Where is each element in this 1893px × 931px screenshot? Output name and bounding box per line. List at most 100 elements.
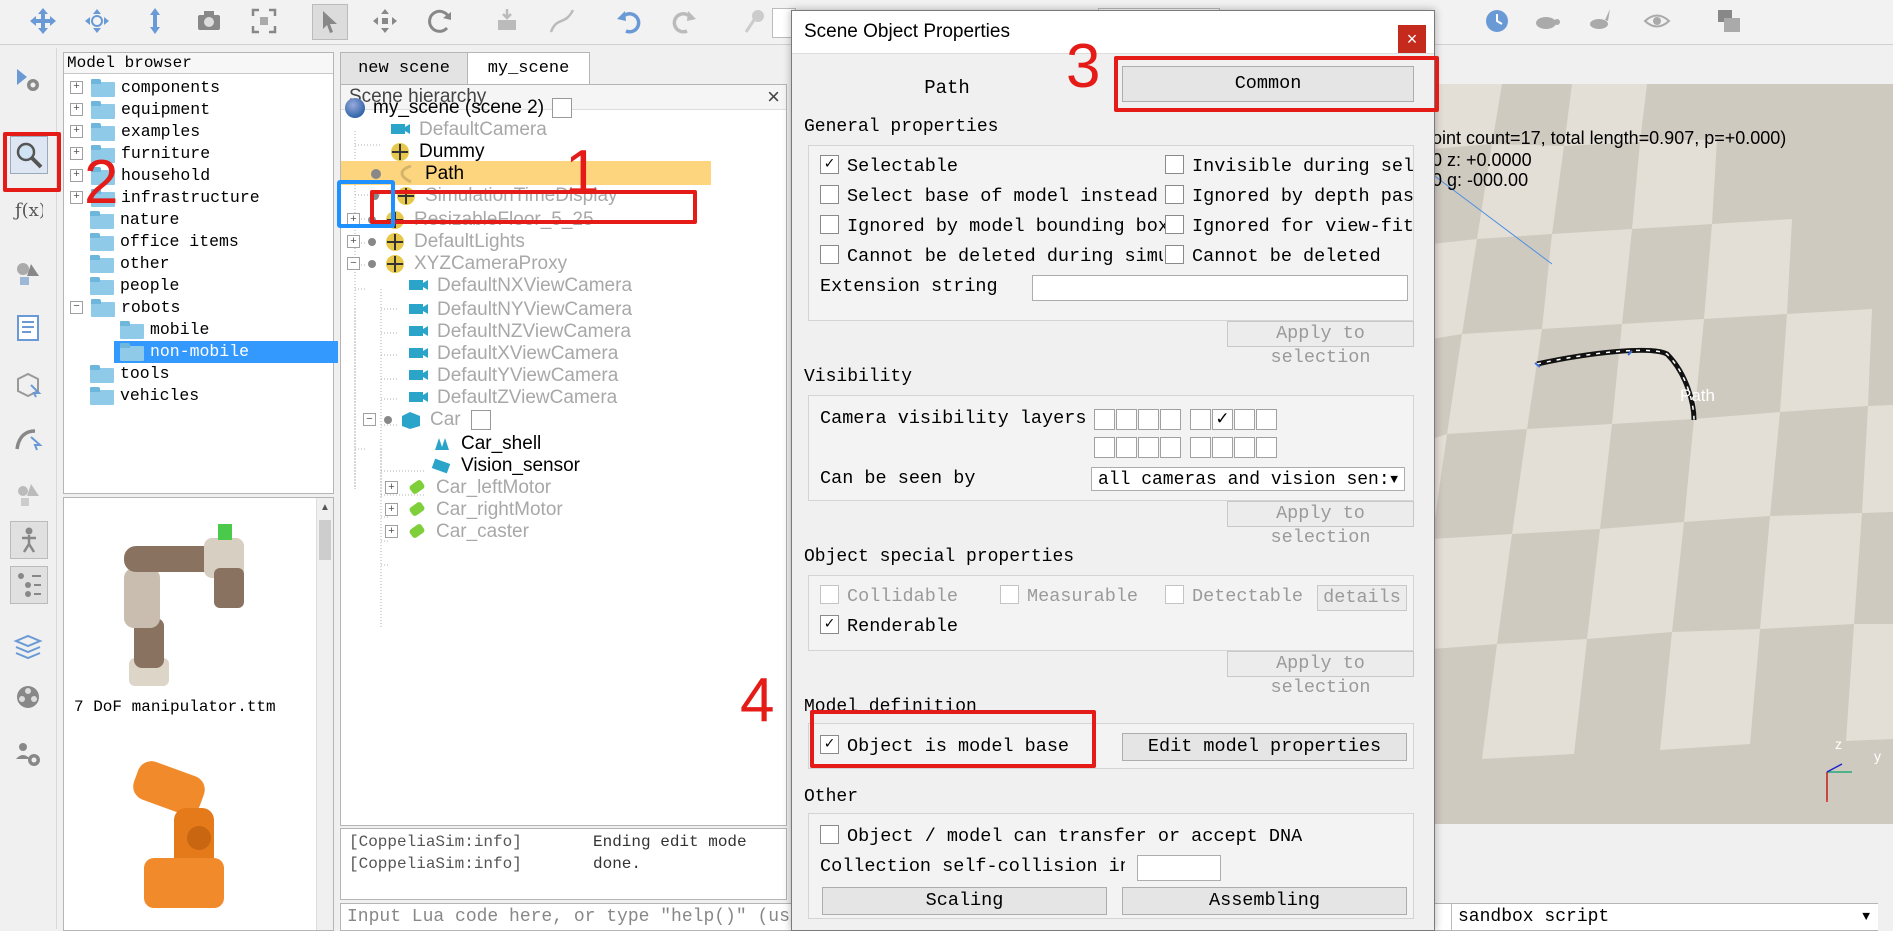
fit-to-view-icon[interactable]: [247, 4, 281, 38]
collidable-checkbox[interactable]: Collidable: [820, 585, 958, 609]
model-folder-robots[interactable]: − robots: [70, 297, 180, 319]
move-camera-icon[interactable]: [26, 4, 60, 38]
tab-new-scene[interactable]: new scene: [340, 52, 468, 85]
measurable-checkbox[interactable]: Measurable: [1000, 585, 1138, 609]
edit-model-properties-button[interactable]: Edit model properties: [1122, 733, 1407, 761]
expand-icon[interactable]: +: [70, 169, 83, 183]
object-shift-icon[interactable]: [368, 4, 402, 38]
industrial-robot-thumbnail[interactable]: [104, 758, 274, 931]
scroll-up-icon[interactable]: ▲: [320, 502, 330, 513]
speed-up-icon[interactable]: [1583, 4, 1617, 38]
layer-checkbox[interactable]: [1212, 437, 1233, 458]
collection-self-collision-input[interactable]: [1137, 855, 1221, 881]
layers-man-icon[interactable]: [10, 521, 48, 559]
dynamics-icon[interactable]: [738, 4, 772, 38]
simulation-settings-icon[interactable]: [10, 62, 46, 98]
layer-checkbox[interactable]: [1138, 409, 1159, 430]
scripts-icon[interactable]: [10, 310, 46, 346]
ignored-view-fitting-checkbox[interactable]: Ignored for view-fitti: [1165, 215, 1413, 239]
model-folder-vehicles[interactable]: vehicles: [90, 385, 199, 407]
model-folder-people[interactable]: people: [90, 275, 179, 297]
video-recorder-icon[interactable]: [10, 679, 46, 715]
renderable-checkbox[interactable]: ✓ Renderable: [820, 615, 958, 639]
checkbox-icon[interactable]: [1165, 215, 1184, 234]
apply-special-button[interactable]: Apply to selection: [1227, 651, 1414, 698]
layer-checkbox[interactable]: [1190, 409, 1211, 430]
scrollbar-thumb[interactable]: [319, 520, 331, 560]
close-dialog-button[interactable]: ×: [1398, 25, 1426, 53]
model-folder-non-mobile[interactable]: non-mobile: [114, 341, 338, 363]
layers-icon[interactable]: [10, 628, 46, 664]
collapse-icon[interactable]: −: [70, 301, 83, 315]
apply-visibility-button[interactable]: Apply to selection: [1227, 501, 1414, 548]
checkbox-icon[interactable]: [820, 215, 839, 234]
checkbox-icon[interactable]: [1165, 585, 1184, 604]
shape-edit-icon[interactable]: [10, 366, 46, 402]
layer-checkbox[interactable]: [1094, 409, 1115, 430]
tab-my-scene[interactable]: my_scene: [467, 52, 590, 85]
expand-icon[interactable]: +: [70, 147, 83, 161]
expand-icon[interactable]: +: [70, 191, 83, 205]
checkbox-checked-icon[interactable]: ✓: [820, 155, 839, 174]
model-folder-components[interactable]: + components: [70, 77, 220, 99]
model-folder-equipment[interactable]: + equipment: [70, 99, 210, 121]
tab-path[interactable]: Path: [802, 63, 1092, 113]
assemble-icon[interactable]: [490, 4, 524, 38]
layer-checkbox[interactable]: [1256, 437, 1277, 458]
user-settings-icon[interactable]: [10, 736, 46, 772]
model-folder-office-items[interactable]: office items: [90, 231, 239, 253]
dialog-titlebar[interactable]: Scene Object Properties ×: [792, 11, 1434, 54]
layer-checkbox[interactable]: [1256, 409, 1277, 430]
script-icon[interactable]: [552, 97, 573, 118]
dna-checkbox[interactable]: Object / model can transfer or accept DN…: [820, 825, 1302, 849]
can-be-seen-by-select[interactable]: all cameras and vision sen: ▼: [1091, 467, 1405, 491]
layer-checkbox[interactable]: [1234, 437, 1255, 458]
object-rotate-icon[interactable]: [423, 4, 457, 38]
expand-icon[interactable]: +: [347, 235, 360, 249]
thumbnails-scrollbar[interactable]: ▲: [316, 498, 333, 930]
checkbox-icon[interactable]: [1165, 155, 1184, 174]
layer-checkbox[interactable]: [1094, 437, 1115, 458]
expand-icon[interactable]: +: [70, 125, 83, 139]
slow-down-icon[interactable]: [1530, 4, 1564, 38]
calculation-modules-icon[interactable]: ƒ(x): [10, 191, 46, 227]
undo-icon[interactable]: [612, 4, 646, 38]
checkbox-icon[interactable]: [1000, 585, 1019, 604]
expand-icon[interactable]: +: [385, 481, 398, 495]
scene-hierarchy-toggle-icon[interactable]: [10, 566, 48, 604]
close-hierarchy-icon[interactable]: ×: [767, 85, 780, 109]
script-icon[interactable]: [470, 409, 491, 430]
click-select-icon[interactable]: [312, 4, 348, 40]
layer-checkbox[interactable]: [1234, 409, 1255, 430]
layer-checkbox[interactable]: [1116, 409, 1137, 430]
path-edit-icon[interactable]: [545, 4, 579, 38]
expand-icon[interactable]: +: [385, 503, 398, 517]
layer-checkbox[interactable]: [1138, 437, 1159, 458]
model-base-dot-icon[interactable]: [371, 168, 381, 179]
zoom-camera-icon[interactable]: [138, 4, 172, 38]
select-base-checkbox[interactable]: Select base of model instead: [820, 185, 1160, 209]
visualization-toggle-icon[interactable]: [1640, 4, 1674, 38]
apply-general-button[interactable]: Apply to selection: [1227, 321, 1414, 368]
hierarchy-item-car-caster[interactable]: + Car_caster: [385, 519, 529, 545]
manipulator-thumbnail[interactable]: [84, 508, 284, 708]
invisible-during-selection-checkbox[interactable]: Invisible during selec: [1165, 155, 1413, 179]
checkbox-icon[interactable]: [1165, 185, 1184, 204]
extension-string-input[interactable]: [1032, 275, 1408, 301]
layer-checkbox[interactable]: [1190, 437, 1211, 458]
checkbox-icon[interactable]: [820, 245, 839, 264]
redo-icon[interactable]: [667, 4, 701, 38]
assembling-button[interactable]: Assembling: [1122, 887, 1407, 915]
ignored-depth-pass-checkbox[interactable]: Ignored by depth pass: [1165, 185, 1413, 209]
selection-icon[interactable]: [10, 476, 46, 512]
path-edit-mode-icon[interactable]: [10, 420, 46, 456]
model-folder-tools[interactable]: tools: [90, 363, 170, 385]
details-button[interactable]: details: [1317, 585, 1407, 611]
expand-icon[interactable]: +: [70, 81, 83, 95]
detectable-checkbox[interactable]: Detectable: [1165, 585, 1303, 609]
model-folder-other[interactable]: other: [90, 253, 170, 275]
collapse-icon[interactable]: −: [363, 413, 376, 427]
hierarchy-item-camera-nx[interactable]: DefaultNXViewCamera: [407, 273, 632, 299]
hierarchy-item-car[interactable]: − Car: [363, 407, 499, 433]
collapse-icon[interactable]: −: [347, 257, 360, 271]
